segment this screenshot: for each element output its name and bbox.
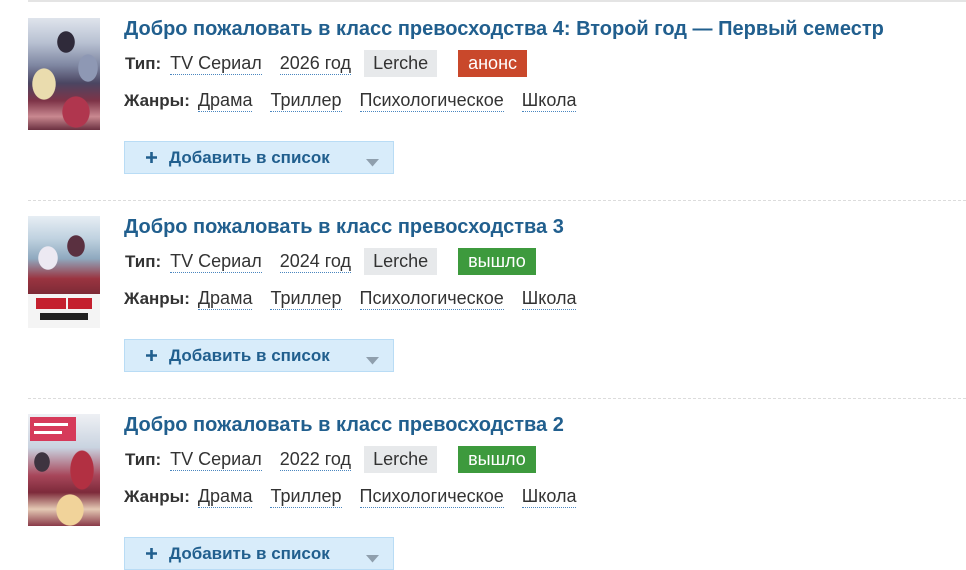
genre-link[interactable]: Триллер bbox=[270, 486, 342, 508]
genres-row: Жанры: Драма Триллер Психологическое Шко… bbox=[124, 484, 594, 510]
anime-entry: Добро пожаловать в класс превосходства 2… bbox=[0, 414, 966, 570]
type-label: Тип: bbox=[125, 53, 162, 73]
type-link[interactable]: TV Сериал bbox=[170, 449, 262, 471]
add-to-list-button[interactable]: Добавить в список bbox=[124, 339, 394, 372]
genre-link[interactable]: Психологическое bbox=[359, 90, 504, 112]
genre-link[interactable]: Триллер bbox=[270, 90, 342, 112]
genre-link[interactable]: Драма bbox=[197, 486, 253, 508]
poster-image[interactable] bbox=[28, 414, 100, 526]
type-row: Тип: TV Сериал 2026 год Lerche анонс bbox=[125, 50, 528, 77]
caret-down-icon[interactable] bbox=[366, 550, 379, 563]
entry-separator bbox=[28, 200, 966, 201]
status-badge: вышло bbox=[458, 248, 536, 275]
anime-title[interactable]: Добро пожаловать в класс превосходства 2 bbox=[124, 414, 564, 436]
anime-entry: Добро пожаловать в класс превосходства 3… bbox=[0, 216, 966, 398]
genre-link[interactable]: Психологическое bbox=[359, 486, 504, 508]
genres-label: Жанры: bbox=[124, 91, 190, 110]
plus-icon bbox=[145, 349, 158, 362]
poster-image[interactable] bbox=[28, 216, 100, 328]
genres-label: Жанры: bbox=[124, 289, 190, 308]
genre-link[interactable]: Психологическое bbox=[359, 288, 504, 310]
anime-list: Добро пожаловать в класс превосходства 4… bbox=[0, 0, 966, 570]
genre-link[interactable]: Триллер bbox=[270, 288, 342, 310]
type-label: Тип: bbox=[125, 449, 162, 469]
type-label: Тип: bbox=[125, 251, 162, 271]
studio-badge[interactable]: Lerche bbox=[364, 446, 438, 473]
top-divider bbox=[28, 0, 966, 2]
type-link[interactable]: TV Сериал bbox=[170, 251, 262, 273]
year-link[interactable]: 2022 год bbox=[279, 449, 352, 471]
poster-image[interactable] bbox=[28, 18, 100, 130]
anime-title[interactable]: Добро пожаловать в класс превосходства 4… bbox=[124, 18, 884, 40]
genre-link[interactable]: Драма bbox=[197, 90, 253, 112]
genre-link[interactable]: Драма bbox=[197, 288, 253, 310]
type-row: Тип: TV Сериал 2024 год Lerche вышло bbox=[125, 248, 536, 275]
year-link[interactable]: 2026 год bbox=[279, 53, 352, 75]
genre-link[interactable]: Школа bbox=[521, 90, 577, 112]
caret-down-icon[interactable] bbox=[366, 352, 379, 365]
caret-down-icon[interactable] bbox=[366, 154, 379, 167]
type-link[interactable]: TV Сериал bbox=[170, 53, 262, 75]
add-to-list-label: Добавить в список bbox=[169, 544, 330, 563]
status-badge: анонс bbox=[458, 50, 528, 77]
year-link[interactable]: 2024 год bbox=[279, 251, 352, 273]
add-to-list-label: Добавить в список bbox=[169, 346, 330, 365]
add-to-list-button[interactable]: Добавить в список bbox=[124, 537, 394, 570]
type-row: Тип: TV Сериал 2022 год Lerche вышло bbox=[125, 446, 536, 473]
add-to-list-button[interactable]: Добавить в список bbox=[124, 141, 394, 174]
genres-label: Жанры: bbox=[124, 487, 190, 506]
plus-icon bbox=[145, 151, 158, 164]
anime-title[interactable]: Добро пожаловать в класс превосходства 3 bbox=[124, 216, 564, 238]
add-to-list-label: Добавить в список bbox=[169, 148, 330, 167]
studio-badge[interactable]: Lerche bbox=[364, 248, 438, 275]
studio-badge[interactable]: Lerche bbox=[364, 50, 438, 77]
genre-link[interactable]: Школа bbox=[521, 486, 577, 508]
plus-icon bbox=[145, 547, 158, 560]
genres-row: Жанры: Драма Триллер Психологическое Шко… bbox=[124, 286, 594, 312]
genres-row: Жанры: Драма Триллер Психологическое Шко… bbox=[124, 88, 594, 114]
genre-link[interactable]: Школа bbox=[521, 288, 577, 310]
anime-entry: Добро пожаловать в класс превосходства 4… bbox=[0, 18, 966, 200]
entry-separator bbox=[28, 398, 966, 399]
status-badge: вышло bbox=[458, 446, 536, 473]
